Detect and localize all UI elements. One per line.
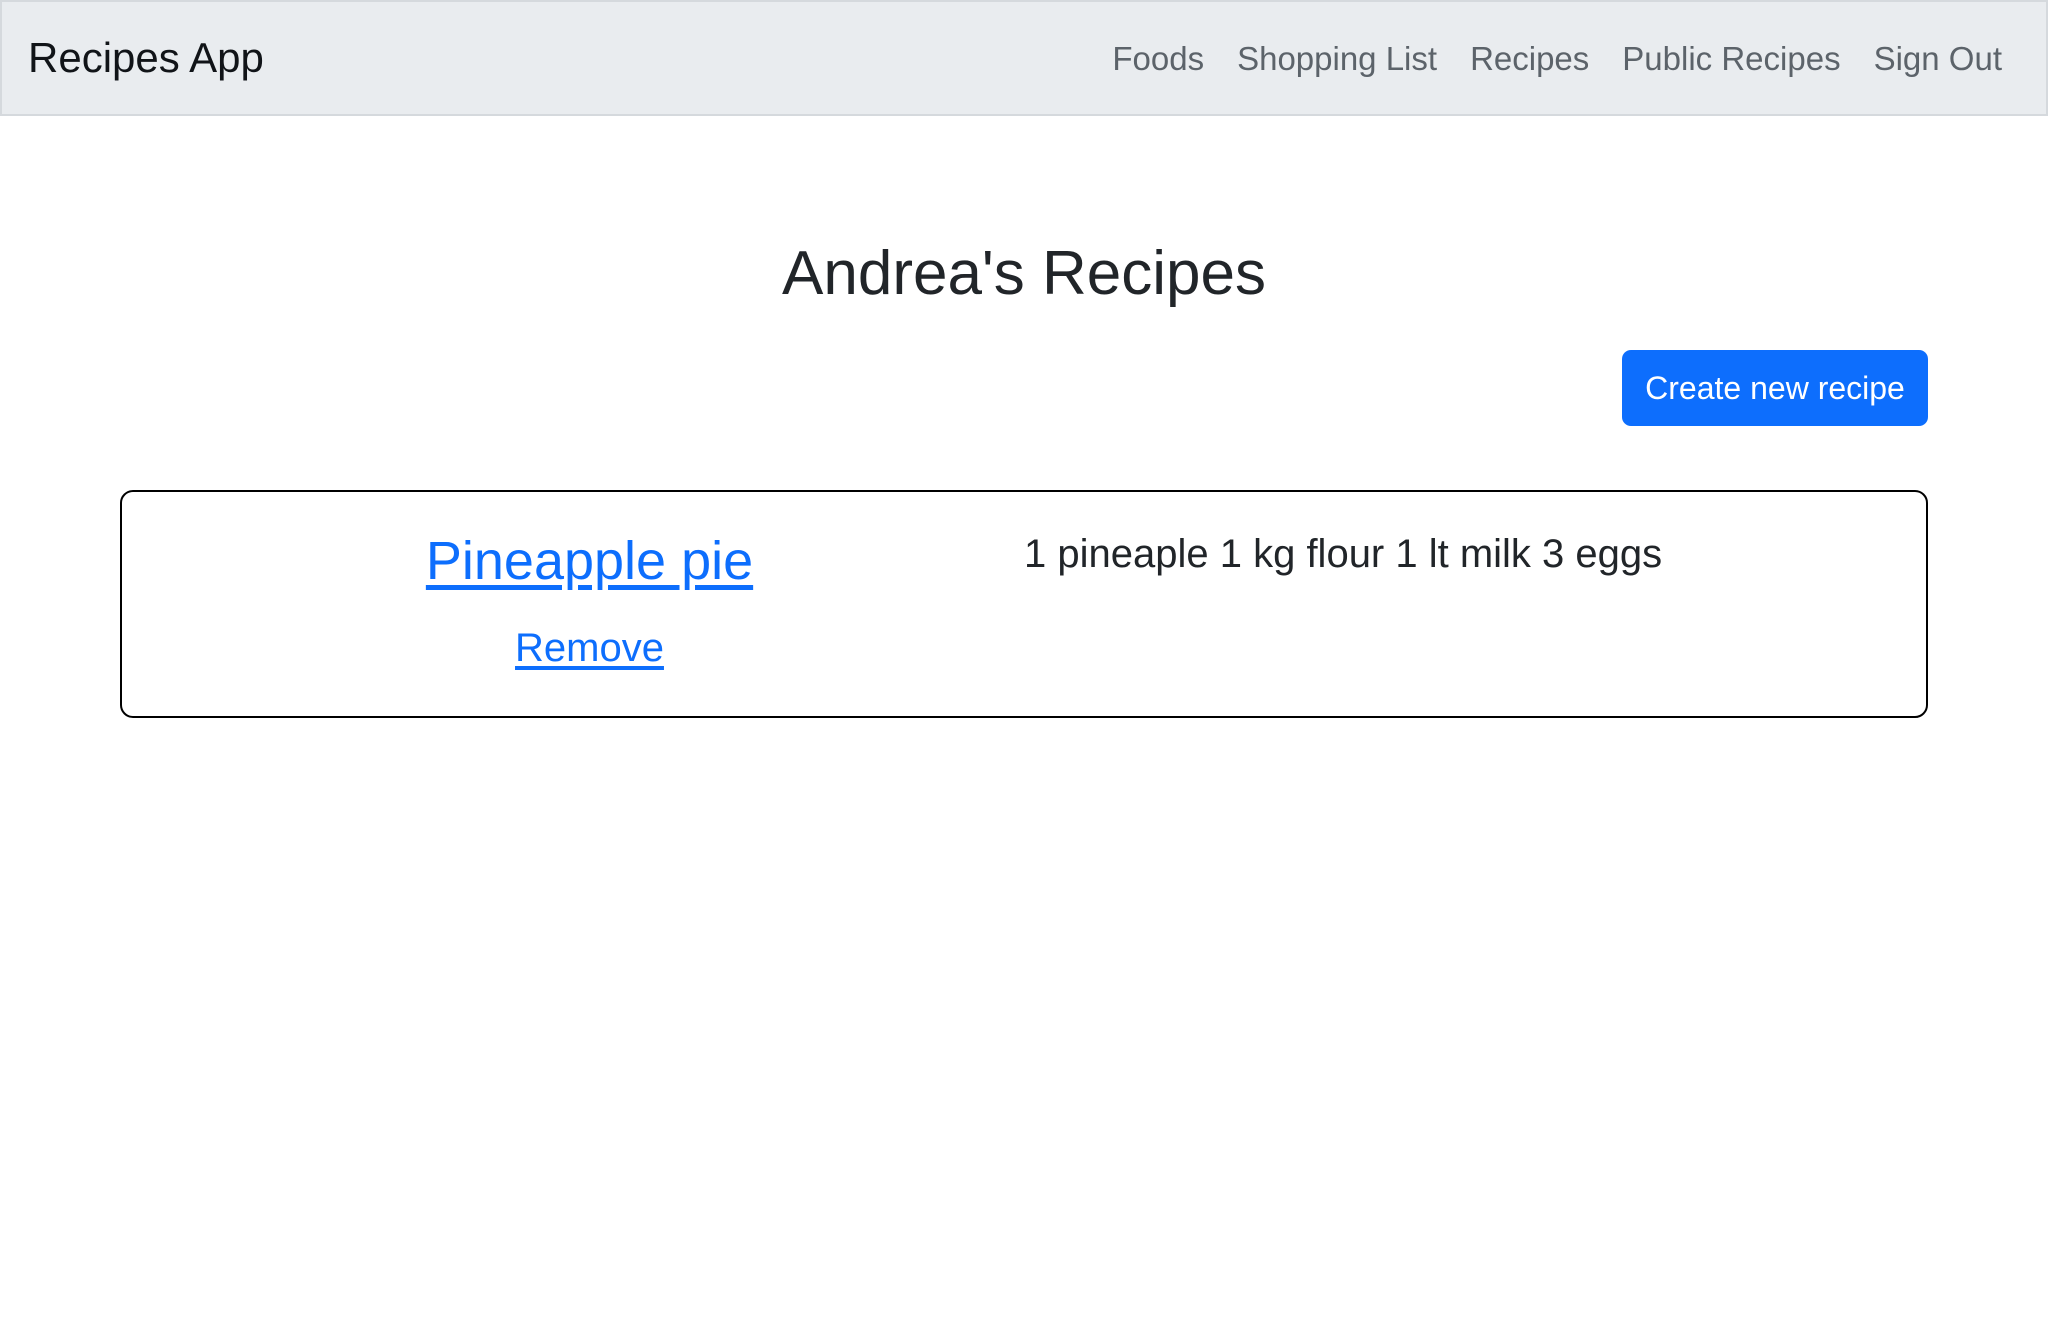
nav-link-recipes[interactable]: Recipes: [1470, 42, 1589, 75]
recipe-card: Pineapple pie Remove 1 pineaple 1 kg flo…: [120, 490, 1928, 718]
create-recipe-button[interactable]: Create new recipe: [1622, 350, 1928, 426]
brand-link[interactable]: Recipes App: [28, 37, 264, 79]
page-title: Andrea's Recipes: [782, 239, 1266, 308]
nav-link-public-recipes[interactable]: Public Recipes: [1622, 42, 1840, 75]
recipe-description: 1 pineaple 1 kg flour 1 lt milk 3 eggs: [1024, 532, 1663, 576]
nav-link-shopping-list[interactable]: Shopping List: [1237, 42, 1437, 75]
navbar: Recipes App Foods Shopping List Recipes …: [0, 0, 2048, 116]
nav-link-foods[interactable]: Foods: [1112, 42, 1204, 75]
remove-recipe-link[interactable]: Remove: [122, 626, 1057, 670]
recipe-actions: Pineapple pie Remove: [122, 492, 1122, 716]
nav-links: Foods Shopping List Recipes Public Recip…: [1112, 42, 2002, 75]
nav-link-sign-out[interactable]: Sign Out: [1874, 42, 2002, 75]
recipe-name-link[interactable]: Pineapple pie: [122, 531, 1057, 591]
